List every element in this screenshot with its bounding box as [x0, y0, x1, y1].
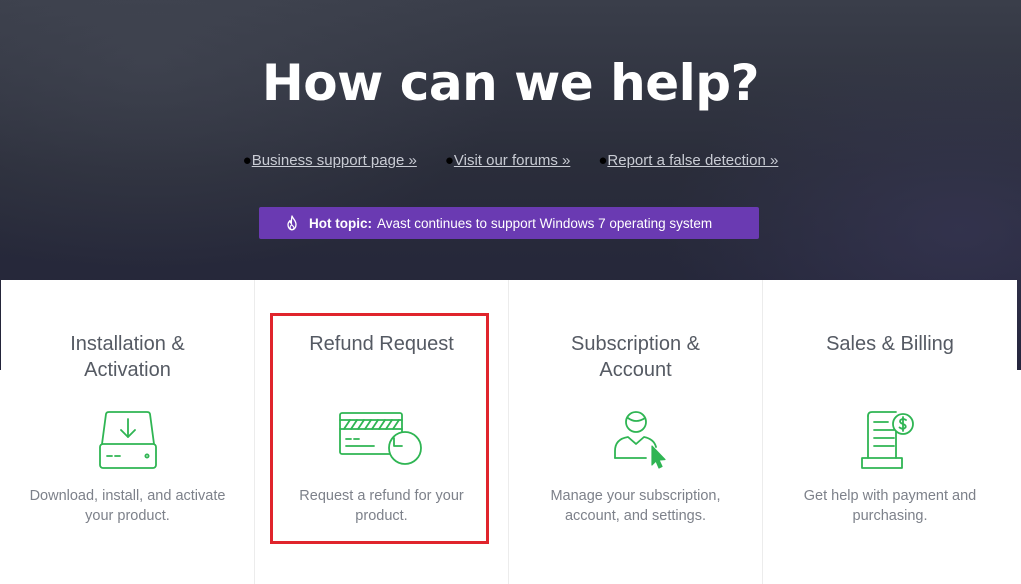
card-description: Manage your subscription, account, and s…	[550, 488, 721, 524]
hot-topic-label: Hot topic:	[309, 215, 372, 231]
card-sales-billing[interactable]: Sales & Billing Get help with payment an…	[763, 280, 1017, 584]
card-description: Download, install, and activate your pro…	[29, 488, 226, 524]
hot-topic-text: Avast continues to support Windows 7 ope…	[377, 215, 713, 231]
credit-card-refund-icon	[338, 412, 422, 465]
forums-link-label[interactable]: Visit our forums »	[454, 152, 570, 169]
card-description: Get help with payment and purchasing.	[803, 488, 977, 524]
hot-topic-banner[interactable]: Hot topic: Avast continues to support Wi…	[259, 207, 759, 239]
hero-links: ●Business support page » ●Visit our foru…	[0, 152, 1021, 169]
business-support-link-label[interactable]: Business support page »	[252, 152, 417, 169]
user-account-icon	[613, 411, 666, 469]
bullet-icon: ●	[242, 152, 252, 169]
forums-link[interactable]: ●Visit our forums »	[445, 152, 571, 169]
card-description: Request a refund for your product.	[299, 488, 464, 524]
false-detection-link-label[interactable]: Report a false detection »	[607, 152, 778, 169]
card-subscription-account[interactable]: Subscription & Account Manage your subsc…	[509, 280, 763, 584]
drive-download-icon	[98, 411, 157, 469]
card-title: Subscription & Account	[571, 333, 700, 381]
flame-icon	[287, 215, 297, 231]
page-title: How can we help?	[261, 54, 760, 112]
false-detection-link[interactable]: ●Report a false detection »	[598, 152, 778, 169]
card-installation-activation[interactable]: Installation & Activation Download, inst…	[1, 280, 255, 584]
card-title: Sales & Billing	[826, 333, 954, 355]
card-refund-request[interactable]: Refund Request Request a refund for your…	[255, 280, 509, 584]
business-support-link[interactable]: ●Business support page »	[243, 152, 417, 169]
card-title: Installation & Activation	[70, 333, 185, 381]
help-categories: Installation & Activation Download, inst…	[1, 280, 1017, 584]
card-title: Refund Request	[309, 333, 454, 355]
bullet-icon: ●	[444, 152, 454, 169]
invoice-dollar-icon	[861, 411, 914, 469]
